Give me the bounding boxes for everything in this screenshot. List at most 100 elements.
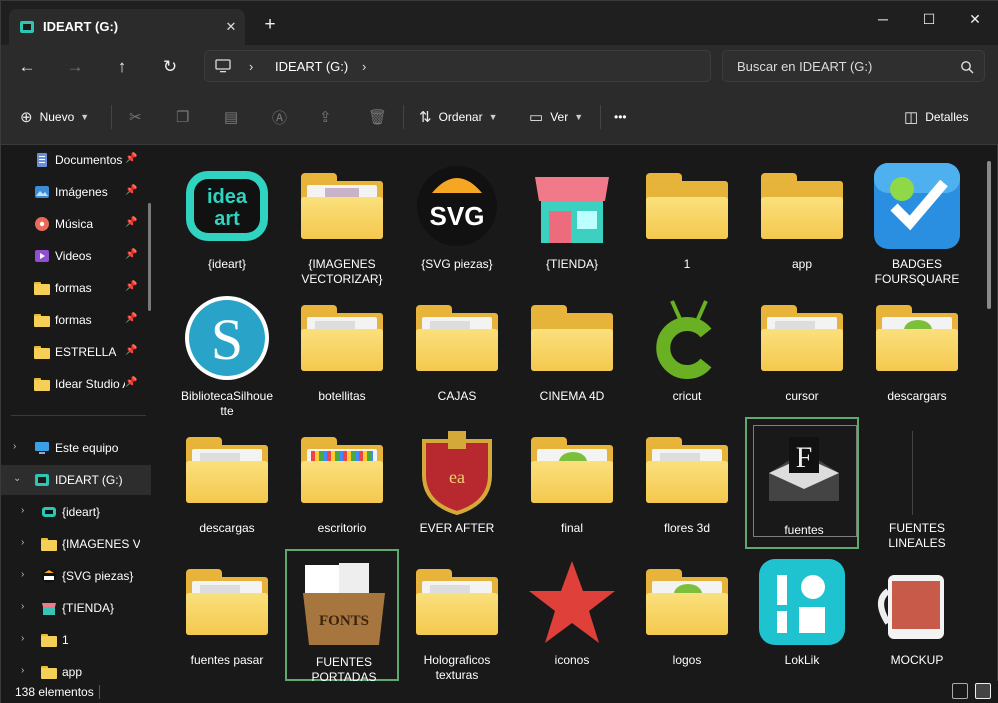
copy-button[interactable]: ❐ (176, 107, 196, 127)
details-button[interactable]: ◫ Detalles (904, 107, 969, 127)
paste-button[interactable]: ▤ (224, 107, 245, 127)
file-item[interactable]: 1 (630, 153, 744, 285)
tree-item[interactable]: ⌄ IDEART (G:) (1, 465, 151, 495)
tree-item[interactable]: › 1 (1, 625, 151, 655)
back-button[interactable]: ← (14, 55, 40, 79)
svg-text:art: art (214, 208, 240, 230)
search-icon[interactable] (960, 60, 974, 74)
file-item[interactable]: CAJAS (400, 285, 514, 417)
file-item[interactable]: {TIENDA} (515, 153, 629, 285)
file-item[interactable]: descargars (860, 285, 974, 417)
new-tab-button[interactable]: + (259, 14, 281, 36)
search-placeholder: Buscar en IDEART (G:) (737, 59, 873, 74)
file-item[interactable]: final (515, 417, 629, 549)
details-label: Detalles (925, 110, 969, 124)
tree-item[interactable]: › {ideart} (1, 497, 151, 527)
tree-item[interactable]: › Este equipo (1, 433, 151, 463)
tree-item[interactable]: › {SVG piezas} (1, 561, 151, 591)
file-item[interactable]: FUENTES LINEALES (860, 417, 974, 550)
quick-access-item[interactable]: ESTRELLA 📌 (1, 337, 151, 367)
new-button[interactable]: ⊕ Nuevo ▼ (20, 107, 89, 127)
expand-chevron-icon[interactable]: › (21, 505, 24, 516)
search-box[interactable]: Buscar en IDEART (G:) (722, 50, 985, 82)
tab-ideart[interactable]: IDEART (G:) ✕ (9, 9, 245, 45)
status-divider (99, 685, 100, 699)
item-label: {ideart} (170, 257, 284, 272)
item-label: 1 (630, 257, 744, 272)
expand-chevron-icon[interactable]: › (21, 633, 24, 644)
expand-chevron-icon[interactable]: › (21, 569, 24, 580)
breadcrumb-current[interactable]: IDEART (G:) (275, 59, 348, 74)
close-window-button[interactable]: ✕ (955, 7, 995, 31)
item-label-line1: {ideart} (207, 257, 247, 271)
new-label: Nuevo (39, 110, 75, 124)
file-item[interactable]: botellitas (285, 285, 399, 417)
refresh-button[interactable]: ↻ (157, 55, 183, 79)
quick-access-item[interactable]: formas 📌 (1, 305, 151, 335)
file-item[interactable]: cursor (745, 285, 859, 417)
expand-chevron-icon[interactable]: › (13, 441, 16, 452)
quick-access-item[interactable]: Documentos 📌 (1, 145, 151, 175)
item-label-line1: {TIENDA} (545, 257, 599, 271)
tree-item-label: {ideart} (62, 505, 101, 519)
file-item[interactable]: app (745, 153, 859, 285)
more-options-button[interactable]: ••• (614, 107, 627, 127)
folder-icon (186, 437, 268, 503)
share-button[interactable]: ⇪ (319, 107, 339, 127)
expand-chevron-icon[interactable]: ⌄ (13, 473, 21, 484)
rename-button[interactable]: Ⓐ (272, 107, 294, 127)
file-item[interactable]: SVG {SVG piezas} (400, 153, 514, 285)
file-item[interactable]: Holograficos texturas (400, 549, 514, 681)
file-item[interactable]: LokLik (745, 549, 859, 681)
file-item[interactable]: Ffuentes (745, 417, 859, 549)
item-thumbnail (527, 161, 617, 251)
breadcrumb-chevron[interactable]: › (362, 59, 366, 74)
expand-chevron-icon[interactable]: › (21, 601, 24, 612)
large-icons-view-toggle[interactable] (975, 683, 991, 699)
file-item[interactable]: fuentes pasar (170, 549, 284, 681)
address-bar-row: ← → ↑ ↻ › IDEART (G:) › Buscar en IDEART… (1, 45, 998, 89)
delete-button[interactable]: 🗑 (368, 107, 394, 127)
file-item[interactable]: escritorio (285, 417, 399, 549)
file-item[interactable]: descargas (170, 417, 284, 549)
address-bar[interactable]: › IDEART (G:) › (204, 50, 711, 82)
quick-access-item[interactable]: Videos 📌 (1, 241, 151, 271)
tree-item[interactable]: › {TIENDA} (1, 593, 151, 623)
sort-button[interactable]: ⇅ Ordenar ▼ (419, 107, 498, 127)
content-scrollbar[interactable] (987, 161, 991, 309)
loklik-logo-icon (759, 559, 845, 645)
file-item[interactable]: S BibliotecaSilhoue tte (170, 285, 284, 418)
quick-access-item[interactable]: Imágenes 📌 (1, 177, 151, 207)
quick-access-item[interactable]: Música 📌 (1, 209, 151, 239)
cut-button[interactable]: ✂ (129, 107, 149, 127)
file-item[interactable]: BADGES FOURSQUARE (860, 153, 974, 286)
file-item[interactable]: iconos (515, 549, 629, 681)
details-view-toggle[interactable] (952, 683, 968, 699)
expand-chevron-icon[interactable]: › (21, 665, 24, 676)
blank-thumbnail (912, 431, 952, 515)
file-item[interactable]: cricut (630, 285, 744, 417)
quick-access-item[interactable]: formas 📌 (1, 273, 151, 303)
quick-access-label: formas (55, 313, 92, 327)
file-item[interactable]: logos (630, 549, 744, 681)
up-button[interactable]: ↑ (109, 55, 135, 79)
item-label: fuentes (747, 523, 861, 538)
quick-access-item[interactable]: Idear Studio A 📌 (1, 369, 151, 399)
close-tab-icon[interactable]: ✕ (221, 17, 241, 37)
file-item[interactable]: flores 3d (630, 417, 744, 549)
file-item[interactable]: MOCKUP (860, 549, 974, 681)
expand-chevron-icon[interactable]: › (21, 537, 24, 548)
svg-text:SVG: SVG (430, 201, 485, 231)
item-label-line2: texturas (435, 668, 479, 681)
view-button[interactable]: ▭ Ver ▼ (529, 107, 583, 127)
forward-button[interactable]: → (62, 55, 88, 79)
tree-item[interactable]: › {IMAGENES VE (1, 529, 151, 559)
maximize-button[interactable]: ☐ (909, 7, 949, 31)
file-item[interactable]: FONTS FUENTES PORTADAS (285, 549, 399, 681)
svg-text:FONTS: FONTS (319, 613, 369, 629)
file-item[interactable]: CINEMA 4D (515, 285, 629, 417)
file-item[interactable]: ea EVER AFTER (400, 417, 514, 549)
file-item[interactable]: idea art {ideart} (170, 153, 284, 285)
minimize-button[interactable]: ─ (863, 7, 903, 31)
file-item[interactable]: {IMAGENES VECTORIZAR} (285, 153, 399, 286)
